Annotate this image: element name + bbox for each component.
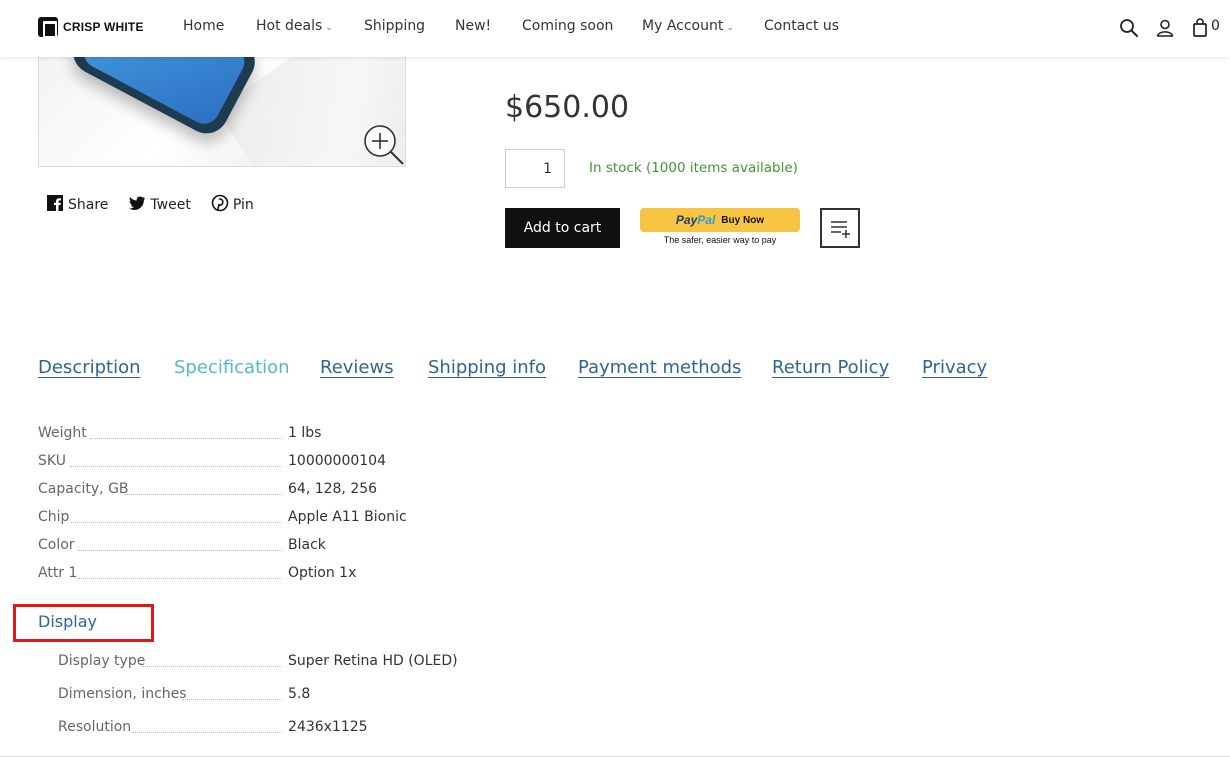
spec-leader-dots — [71, 522, 282, 523]
share-pinterest-button[interactable]: Pin — [211, 194, 254, 216]
user-icon[interactable] — [1154, 17, 1176, 39]
nav-contact-us[interactable]: Contact us — [764, 18, 839, 34]
social-share-bar: Share Tweet Pin — [46, 194, 274, 216]
spec-value: Super Retina HD (OLED) — [288, 653, 458, 669]
pinterest-icon — [211, 194, 229, 216]
spec-leader-dots — [142, 666, 282, 667]
spec-value: Black — [288, 537, 326, 553]
add-to-cart-button[interactable]: Add to cart — [505, 208, 620, 248]
display-section-heading: Display — [38, 612, 97, 631]
chevron-down-icon: ⌄ — [325, 23, 333, 33]
spec-value: 10000000104 — [288, 453, 386, 469]
tweet-label: Tweet — [150, 197, 191, 213]
logo-mark-icon — [38, 17, 58, 38]
spec-label: Dimension, inches — [58, 686, 187, 702]
spec-label: Weight — [38, 425, 87, 441]
pin-label: Pin — [232, 197, 254, 213]
add-to-compare-button[interactable] — [820, 208, 860, 248]
nav-coming-soon-label: Coming soon — [522, 18, 614, 34]
nav-contact-us-label: Contact us — [764, 18, 840, 34]
product-image[interactable] — [38, 57, 406, 167]
list-add-icon — [822, 221, 858, 249]
spec-label: Capacity, GB — [38, 481, 129, 497]
nav-home-label: Home — [183, 18, 225, 34]
spec-leader-dots — [124, 494, 282, 495]
shopping-bag-icon[interactable] — [1190, 17, 1212, 39]
tab-description[interactable]: Description — [38, 357, 141, 378]
spec-value: 64, 128, 256 — [288, 481, 378, 497]
paypal-logo: PayPal — [676, 213, 715, 227]
spec-value: 5.8 — [288, 686, 311, 702]
paypal-tagline: The safer, easier way to pay — [663, 235, 777, 245]
product-phone-screen — [78, 57, 250, 130]
tab-privacy[interactable]: Privacy — [922, 357, 987, 378]
nav-home[interactable]: Home — [183, 18, 224, 34]
spec-value: 2436x1125 — [288, 719, 368, 735]
tab-reviews[interactable]: Reviews — [320, 357, 394, 378]
spec-leader-dots — [78, 550, 282, 551]
paypal-logo-pay: Pay — [675, 213, 698, 227]
paypal-logo-pal: Pal — [697, 213, 716, 227]
tab-specification[interactable]: Specification — [174, 357, 290, 378]
spec-leader-dots — [132, 732, 282, 733]
nav-new[interactable]: New! — [455, 18, 491, 34]
nav-new-label: New! — [455, 18, 492, 34]
site-logo[interactable]: CRISP WHITE — [38, 17, 144, 38]
spec-value: 1 lbs — [288, 425, 322, 441]
nav-hot-deals[interactable]: Hot deals ⌄ — [256, 18, 333, 34]
site-header: CRISP WHITE Home Hot deals ⌄ Shipping New… — [0, 0, 1230, 57]
spec-leader-dots — [182, 699, 282, 700]
paypal-button-face: PayPal Buy Now — [640, 208, 800, 232]
tab-payment-methods[interactable]: Payment methods — [578, 357, 741, 378]
cart-count: 0 — [1211, 18, 1220, 34]
spec-value: Option 1x — [288, 565, 357, 581]
spec-label: Attr 1 — [38, 565, 78, 581]
spec-leader-dots — [70, 466, 282, 467]
nav-shipping[interactable]: Shipping — [364, 18, 425, 34]
spec-label: Resolution — [58, 719, 132, 735]
spec-value: Apple A11 Bionic — [288, 509, 407, 525]
spec-leader-dots — [90, 438, 282, 439]
facebook-icon — [46, 194, 64, 216]
tab-shipping-info[interactable]: Shipping info — [428, 357, 546, 378]
spec-label: Chip — [38, 509, 70, 525]
spec-leader-dots — [78, 578, 282, 579]
chevron-down-icon: ⌄ — [726, 23, 734, 33]
twitter-icon — [128, 194, 146, 216]
logo-text: CRISP WHITE — [63, 20, 144, 34]
product-price: $650.00 — [505, 90, 630, 125]
share-label: Share — [68, 197, 109, 213]
nav-hot-deals-label: Hot deals — [256, 18, 323, 34]
nav-coming-soon[interactable]: Coming soon — [522, 18, 613, 34]
paypal-button-text: Buy Now — [721, 214, 765, 226]
stock-status: In stock (1000 items available) — [589, 160, 798, 176]
tab-return-policy[interactable]: Return Policy — [772, 357, 889, 378]
spec-label: Display type — [58, 653, 146, 669]
paypal-buy-now-button[interactable]: PayPal Buy Now The safer, easier way to … — [640, 208, 800, 248]
quantity-input[interactable] — [505, 149, 565, 188]
spec-label: SKU — [38, 453, 66, 469]
zoom-in-icon[interactable] — [360, 122, 406, 168]
share-facebook-button[interactable]: Share — [46, 194, 108, 216]
spec-label: Color — [38, 537, 75, 553]
nav-shipping-label: Shipping — [364, 18, 426, 34]
nav-my-account-label: My Account — [642, 18, 724, 34]
share-twitter-button[interactable]: Tweet — [128, 194, 191, 216]
nav-my-account[interactable]: My Account ⌄ — [642, 18, 734, 34]
search-icon[interactable] — [1118, 17, 1140, 39]
